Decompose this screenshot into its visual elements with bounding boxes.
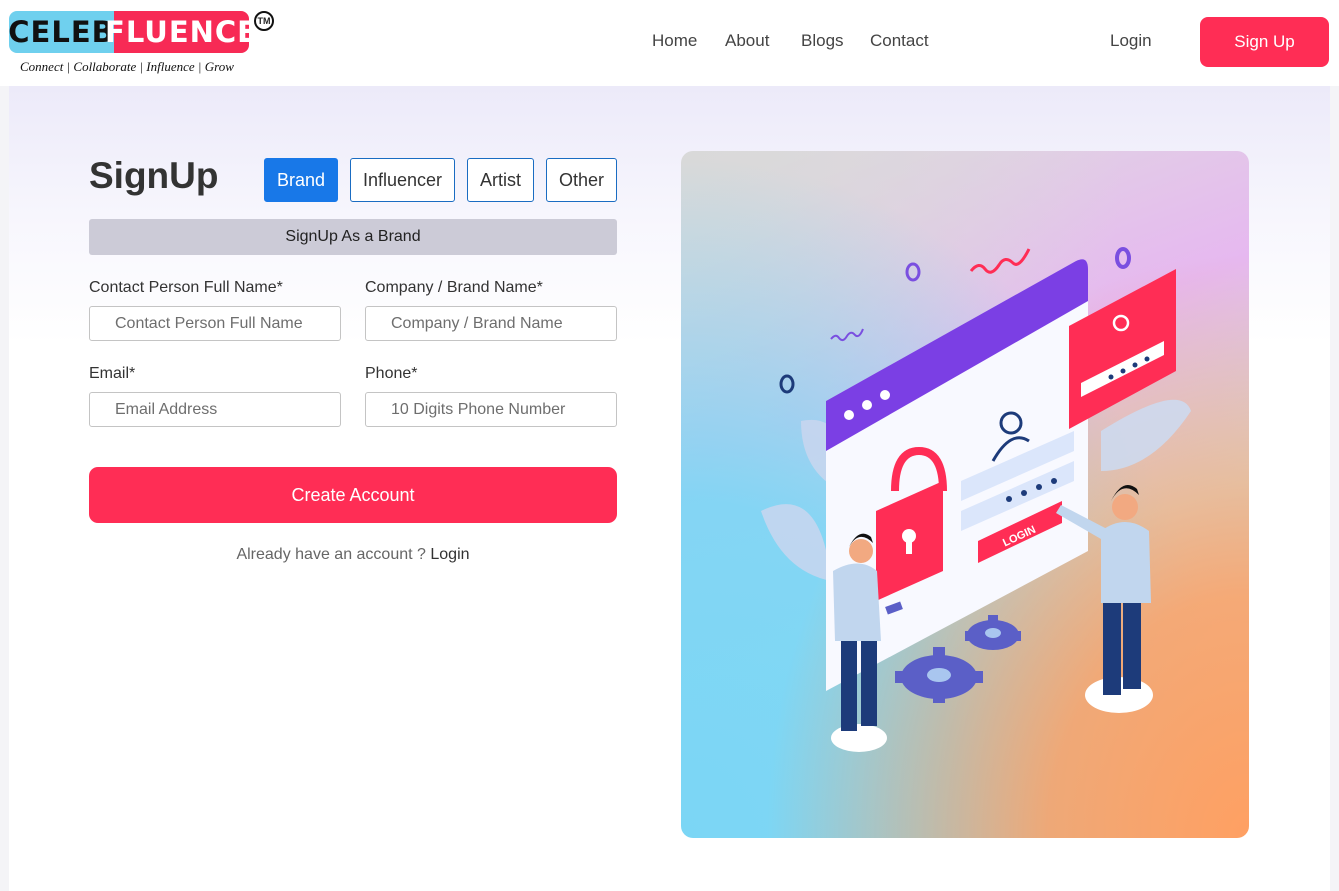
email-label: Email*: [89, 365, 136, 382]
nav-home[interactable]: Home: [652, 31, 697, 51]
login-security-illustration: LOGIN: [681, 151, 1249, 838]
already-account-text: Already have an account ?: [236, 546, 426, 563]
person-left-base-icon: [831, 724, 887, 752]
footer-login-link[interactable]: Login: [430, 546, 469, 563]
logo-fluence-text: FLUENCE: [105, 11, 257, 53]
ring-deco-icon: [779, 374, 795, 394]
person-left-head-icon: [849, 539, 873, 563]
illustration-graphic: LOGIN: [761, 247, 1191, 752]
site-header: CELEB FLUENCE TM Connect | Collaborate |…: [0, 0, 1339, 86]
header-login-link[interactable]: Login: [1110, 31, 1152, 51]
ring-deco-icon: [905, 262, 921, 282]
logo-tagline: Connect | Collaborate | Influence | Grow: [20, 59, 234, 74]
person-right-head-icon: [1112, 494, 1138, 520]
squiggle-deco-icon: [969, 248, 1031, 274]
nav-about[interactable]: About: [725, 31, 769, 51]
celebfluence-logo[interactable]: CELEB FLUENCE TM Connect | Collaborate |…: [8, 11, 279, 81]
person-right-legs-icon: [1103, 591, 1121, 695]
squiggle-deco-icon: [830, 328, 864, 342]
page-title: SignUp: [89, 155, 219, 196]
phone-input[interactable]: [365, 392, 617, 427]
ring-deco-icon: [1115, 247, 1131, 269]
company-name-label: Company / Brand Name*: [365, 279, 543, 296]
tab-other[interactable]: Other: [546, 158, 617, 202]
tab-artist[interactable]: Artist: [467, 158, 534, 202]
person-left-body-icon: [833, 563, 881, 641]
email-input[interactable]: [89, 392, 341, 427]
company-name-input[interactable]: [365, 306, 617, 341]
person-left-legs-icon: [841, 631, 857, 731]
nav-blogs[interactable]: Blogs: [801, 31, 844, 51]
tab-brand[interactable]: Brand: [264, 158, 338, 202]
nav-contact[interactable]: Contact: [870, 31, 929, 51]
leaf-left-icon: [761, 504, 831, 581]
already-have-account: Already have an account ? Login: [0, 546, 706, 564]
tab-influencer[interactable]: Influencer: [350, 158, 455, 202]
leaf-right-icon: [1101, 399, 1191, 471]
create-account-button[interactable]: Create Account: [89, 467, 617, 523]
contact-name-label: Contact Person Full Name*: [89, 279, 283, 296]
trademark-icon: TM: [254, 11, 274, 31]
logo-celeb-text: CELEB: [8, 11, 114, 53]
header-signup-button[interactable]: Sign Up: [1200, 17, 1329, 67]
person-right-body-icon: [1101, 522, 1151, 603]
contact-name-input[interactable]: [89, 306, 341, 341]
signup-type-banner: SignUp As a Brand: [89, 219, 617, 255]
phone-label: Phone*: [365, 365, 418, 382]
